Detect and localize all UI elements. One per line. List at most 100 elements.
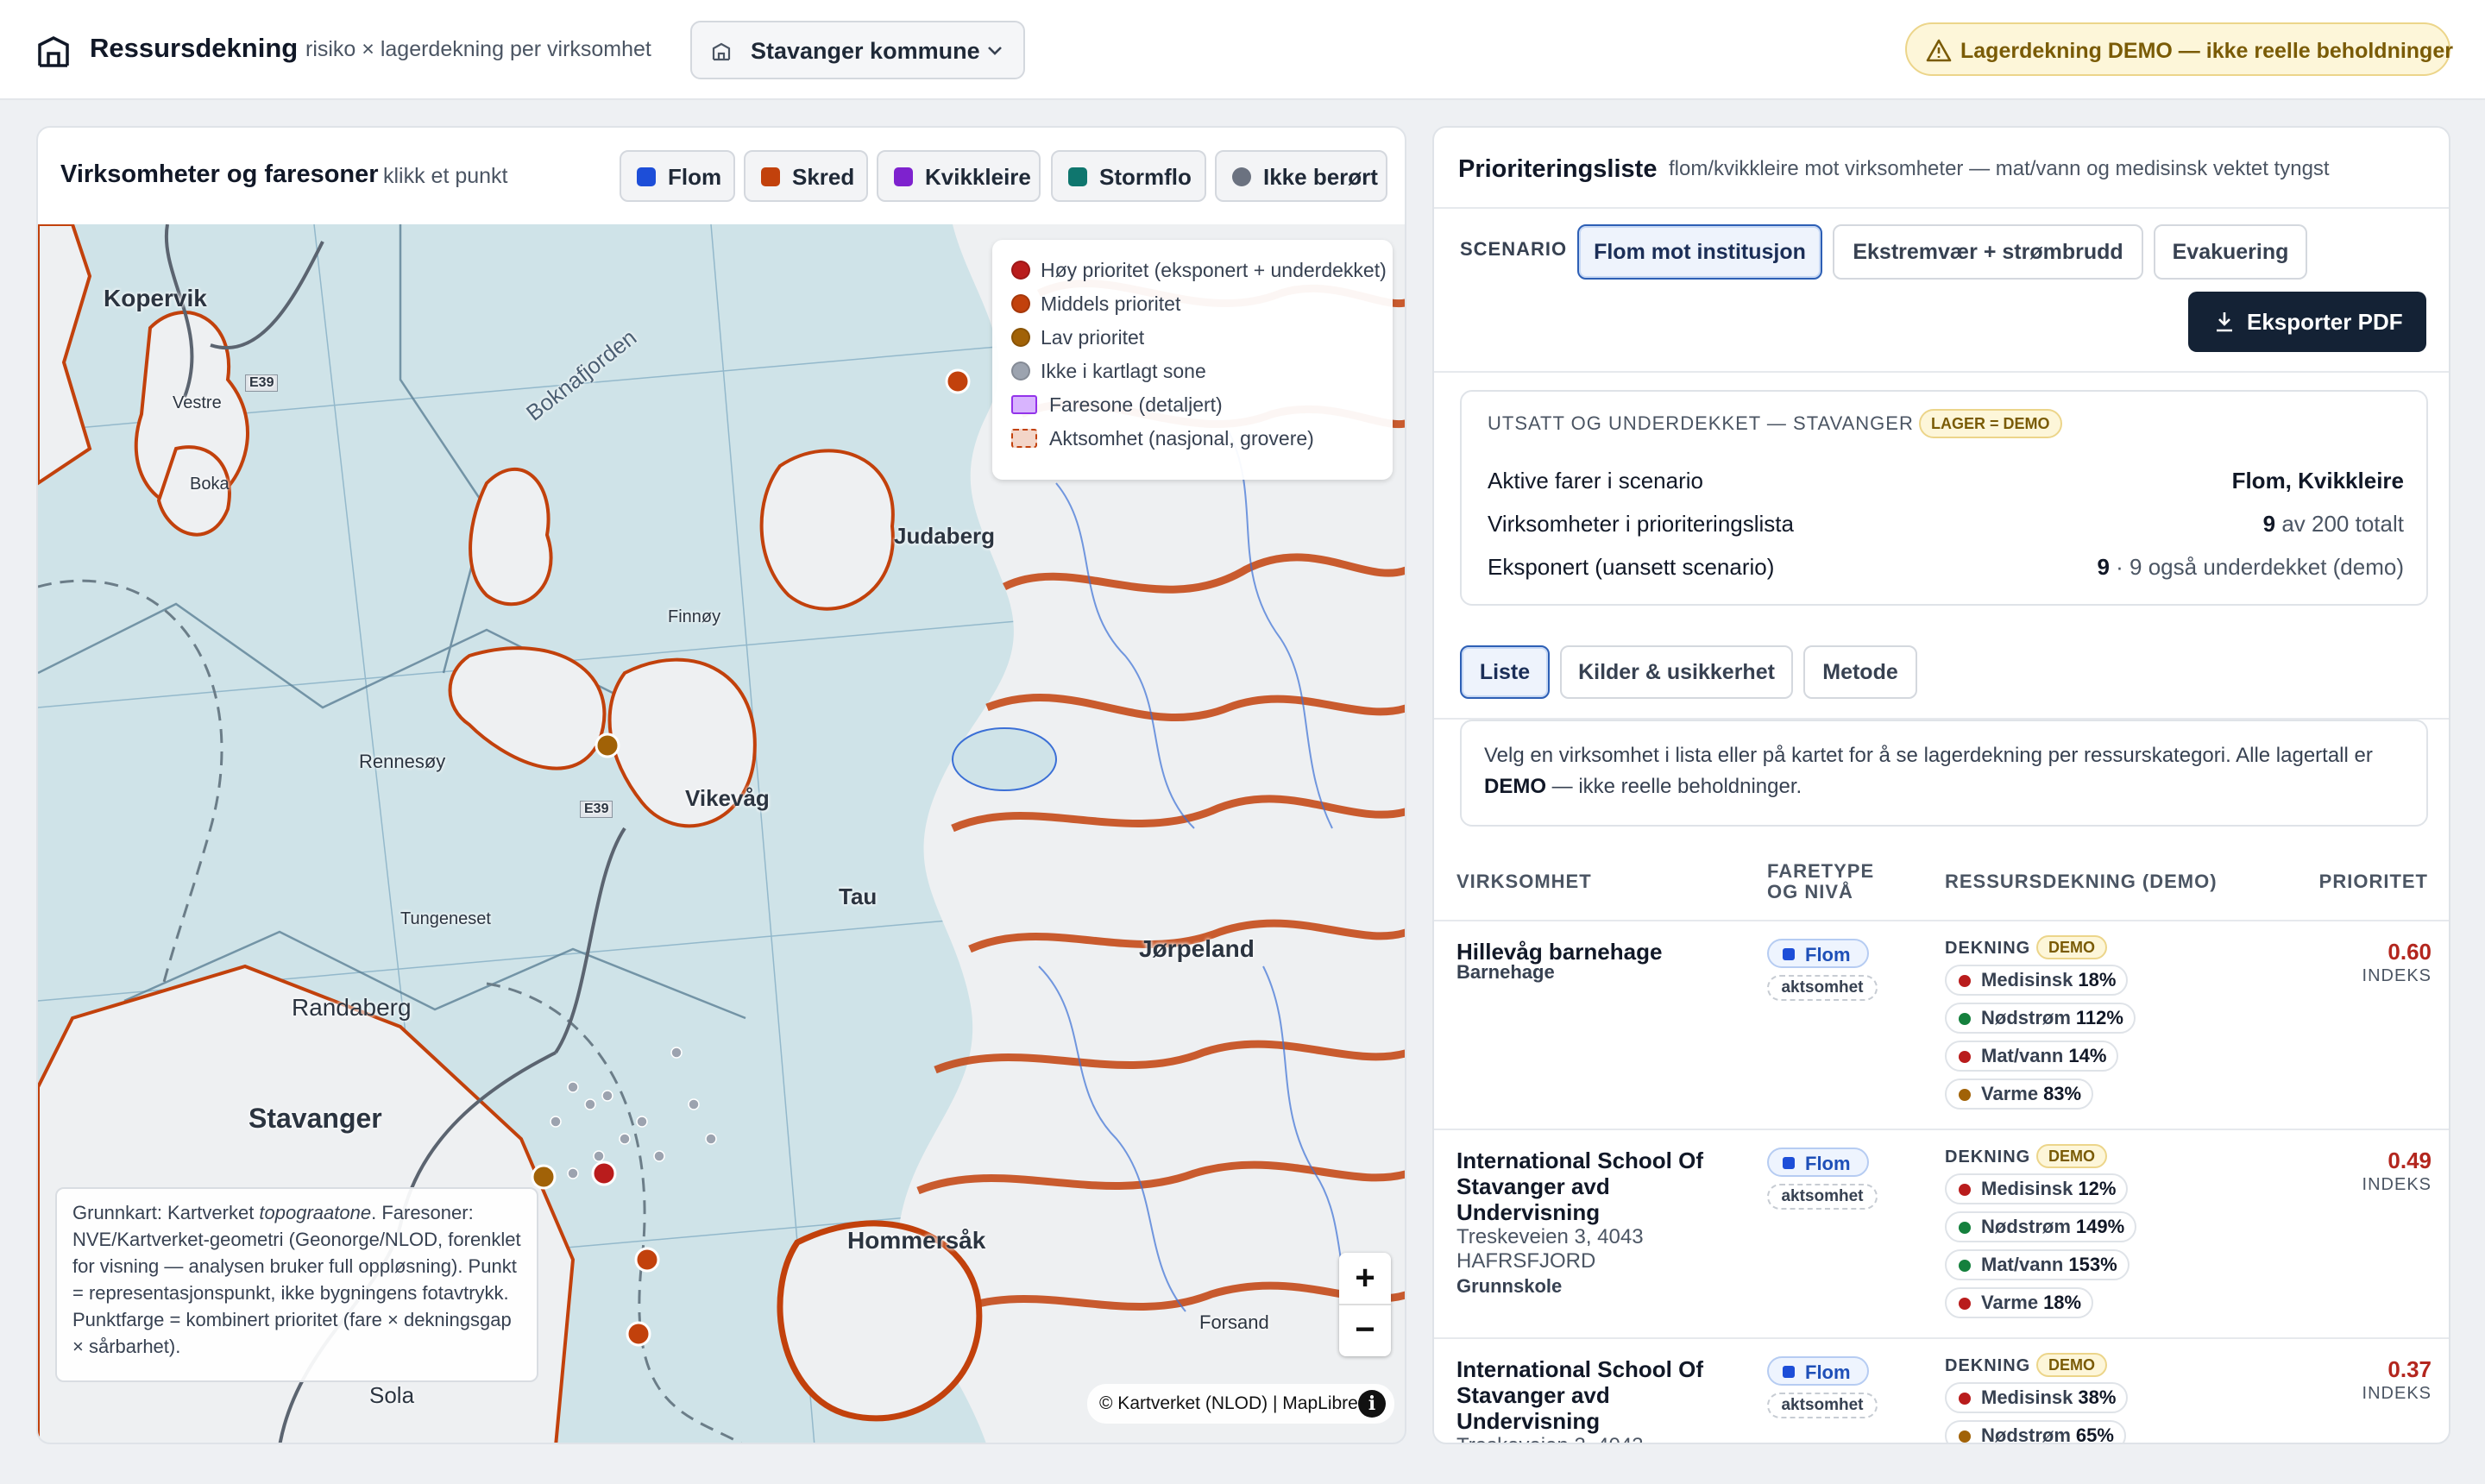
- priority-card: Prioriteringsliste flom/kvikkleire mot v…: [1432, 126, 2450, 1444]
- demo-tag: DEMO: [2036, 935, 2107, 959]
- resource-chip: Medisinsk 12%: [1945, 1173, 2129, 1204]
- level-pill: aktsomhet: [1767, 1393, 1878, 1418]
- info-icon[interactable]: i: [1358, 1390, 1386, 1418]
- resource-chip: Varme 83%: [1945, 1078, 2094, 1110]
- summary-heading: UTSATT OG UNDERDEKKET — STAVANGER: [1488, 412, 1914, 434]
- zoom-in-button[interactable]: +: [1339, 1253, 1391, 1305]
- col-virksomhet[interactable]: VIRKSOMHET: [1456, 871, 1592, 892]
- place-label: Tungeneset: [400, 909, 491, 928]
- road-label: E39: [245, 374, 279, 392]
- place-label: Kopervik: [104, 285, 207, 311]
- download-icon: [2217, 312, 2232, 332]
- table-row[interactable]: Hillevåg barnehage Barnehage Flom aktsom…: [1434, 920, 2449, 1129]
- level-pill: aktsomhet: [1767, 975, 1878, 1001]
- row-name: Stavanger avd: [1456, 1173, 1610, 1199]
- resource-chip: Medisinsk 18%: [1945, 965, 2129, 996]
- export-pdf-button[interactable]: Eksporter PDF: [2188, 292, 2426, 352]
- flom-swatch: [637, 167, 656, 186]
- tab-metode[interactable]: Metode: [1803, 645, 1917, 699]
- app-title: Ressursdekning: [90, 33, 299, 63]
- filter-stormflo[interactable]: Stormflo: [1051, 150, 1206, 202]
- coverage-label: DEKNING: [1945, 939, 2031, 958]
- row-name: Undervisning: [1456, 1199, 1601, 1225]
- resource-chip: Nødstrøm 112%: [1945, 1003, 2136, 1034]
- coverage-label: DEKNING: [1945, 1356, 2031, 1375]
- place-label: Tau: [839, 883, 878, 909]
- resource-chip: Nødstrøm 149%: [1945, 1211, 2137, 1242]
- hazard-pill: Flom: [1767, 939, 1869, 968]
- place-label: Vestre: [173, 393, 222, 412]
- map-attribution-note: Grunnkart: Kartverket topograatone. Fare…: [55, 1187, 538, 1382]
- priority-value: 0.37: [2387, 1356, 2432, 1382]
- map-legend: Høy prioritet (eksponert + underdekket) …: [992, 240, 1393, 480]
- table-row[interactable]: International School Of Stavanger avd Un…: [1434, 1129, 2449, 1337]
- summary-box: UTSATT OG UNDERDEKKET — STAVANGER LAGER …: [1460, 390, 2428, 606]
- level-pill: aktsomhet: [1767, 1184, 1878, 1210]
- summary-demo-tag: LAGER = DEMO: [1919, 409, 2062, 438]
- map-card-hint: klikk et punkt: [383, 164, 508, 188]
- scenario-flom-mot-institusjon[interactable]: Flom mot institusjon: [1577, 224, 1822, 280]
- demo-warning-badge: Lagerdekning DEMO — ikke reelle beholdni…: [1905, 22, 2453, 76]
- building-icon: [712, 42, 731, 61]
- col-faretype[interactable]: FARETYPE OG NIVÅ: [1767, 861, 1874, 902]
- place-label: Boka: [190, 475, 230, 494]
- ikke-berort-swatch: [1232, 167, 1251, 186]
- place-label: Judaberg: [894, 523, 996, 549]
- place-label: Finnøy: [668, 607, 721, 626]
- col-prioritet[interactable]: PRIORITET: [2319, 871, 2428, 892]
- priority-value: 0.49: [2387, 1148, 2432, 1173]
- road-label: E39: [580, 801, 613, 818]
- map-credit: © Kartverket (NLOD) | MapLibre i: [1087, 1384, 1394, 1424]
- place-label: Forsand: [1199, 1311, 1269, 1333]
- municipality-select[interactable]: Stavanger kommune: [690, 21, 1025, 79]
- place-label: Vikevåg: [685, 785, 770, 811]
- app-subtitle: risiko × lagerdekning per virksomhet: [305, 37, 651, 61]
- place-label: Rennesøy: [359, 751, 446, 772]
- chevron-down-icon: [988, 47, 1002, 55]
- row-name: Stavanger avd: [1456, 1382, 1610, 1408]
- place-label: Stavanger: [248, 1103, 382, 1134]
- resource-chip: Varme 18%: [1945, 1287, 2094, 1318]
- priority-value: 0.60: [2387, 939, 2432, 965]
- table-row[interactable]: International School Of Stavanger avd Un…: [1434, 1337, 2449, 1443]
- place-label: Randaberg: [292, 994, 412, 1021]
- zoom-out-button[interactable]: −: [1339, 1305, 1391, 1356]
- priority-index-label: INDEKS: [2362, 966, 2432, 985]
- row-type: Barnehage: [1456, 961, 1555, 983]
- row-address: HAFRSFJORD: [1456, 1249, 1596, 1273]
- scenario-evakuering[interactable]: Evakuering: [2154, 224, 2307, 280]
- skred-swatch: [761, 167, 780, 186]
- hazard-pill: Flom: [1767, 1356, 1869, 1386]
- row-type: Grunnskole: [1456, 1275, 1563, 1297]
- resource-chip: Nødstrøm 65%: [1945, 1420, 2126, 1443]
- filter-flom[interactable]: Flom: [620, 150, 735, 202]
- row-name: International School Of: [1456, 1356, 1704, 1382]
- row-address: Treskeveien 3, 4043: [1456, 1434, 1644, 1443]
- coverage-label: DEKNING: [1945, 1148, 2031, 1166]
- place-label: Jørpeland: [1139, 935, 1255, 962]
- map-canvas[interactable]: Kopervik Vestre Boka Boknafjorden Judabe…: [38, 224, 1405, 1443]
- warning-icon: [1926, 39, 1952, 62]
- municipality-label: Stavanger kommune: [751, 38, 980, 64]
- filter-ikke-berort[interactable]: Ikke berørt: [1215, 150, 1387, 202]
- tab-kilder[interactable]: Kilder & usikkerhet: [1560, 645, 1793, 699]
- map-card: Virksomheter og faresoner klikk et punkt…: [36, 126, 1406, 1444]
- row-name: International School Of: [1456, 1148, 1704, 1173]
- info-box: Velg en virksomhet i lista eller på kart…: [1460, 720, 2428, 827]
- scenario-ekstremvaer[interactable]: Ekstremvær + strømbrudd: [1833, 224, 2143, 280]
- col-ressursdekning[interactable]: RESSURSDEKNING (DEMO): [1945, 871, 2218, 892]
- stormflo-swatch: [1068, 167, 1087, 186]
- filter-kvikkleire[interactable]: Kvikkleire: [877, 150, 1041, 202]
- row-name: Undervisning: [1456, 1408, 1601, 1434]
- zoom-control: + −: [1339, 1253, 1391, 1356]
- kvikkleire-swatch: [894, 167, 913, 186]
- demo-tag: DEMO: [2036, 1353, 2107, 1377]
- hazard-pill: Flom: [1767, 1148, 1869, 1177]
- resource-chip: Mat/vann 14%: [1945, 1041, 2119, 1072]
- building-icon: [38, 36, 69, 67]
- place-label: Sola: [369, 1382, 415, 1408]
- filter-skred[interactable]: Skred: [744, 150, 868, 202]
- top-bar: Ressursdekning risiko × lagerdekning per…: [0, 0, 2485, 100]
- demo-warning-text: Lagerdekning DEMO — ikke reelle beholdni…: [1960, 39, 2453, 63]
- tab-liste[interactable]: Liste: [1460, 645, 1550, 699]
